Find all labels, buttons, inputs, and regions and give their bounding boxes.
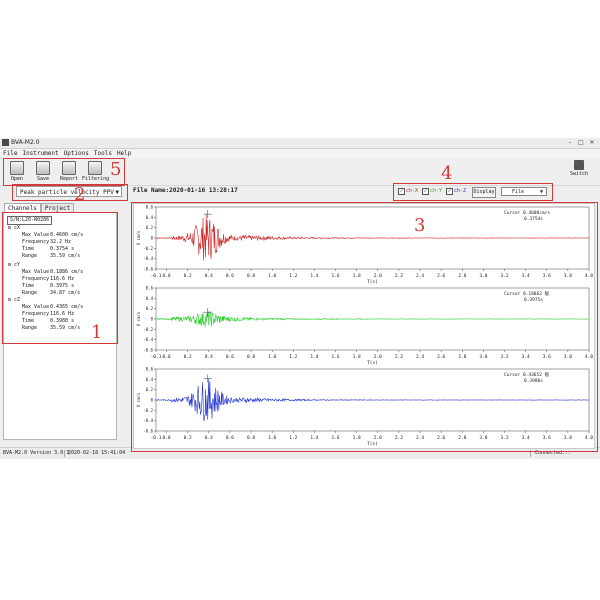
annotation-box-5 [3,158,125,186]
menu-help[interactable]: Help [117,149,131,158]
tab-project[interactable]: Project [40,203,75,212]
menu-options[interactable]: Options [64,149,89,158]
menu-instrument[interactable]: Instrument [22,149,58,158]
title-bar: BVA-M2.0 – □ ✕ [0,138,600,149]
annotation-box-2 [12,184,128,201]
menu-bar: File Instrument Options Tools Help [0,149,600,158]
maximize-button[interactable]: □ [576,139,586,147]
annotation-box-4 [393,183,553,201]
app-icon [2,139,9,146]
switch-icon [574,160,584,170]
status-version: BVA-M2.0 Version 3.0.3 [3,450,70,456]
tab-channels[interactable]: Channels [4,203,41,212]
annotation-number-4: 4 [441,163,453,184]
menu-file[interactable]: File [3,149,17,158]
window-title: BVA-M2.0 [11,139,40,146]
status-time: 2020-02-18 15:41:04 [68,450,126,456]
annotation-number-1: 1 [91,322,103,343]
annotation-number-2: 2 [74,184,86,205]
switch-button[interactable]: Switch [567,160,591,182]
minimize-button[interactable]: – [565,139,575,147]
annotation-box-3 [131,202,598,452]
file-name: File Name:2020-01-16 13:28:17 [133,187,238,194]
close-button[interactable]: ✕ [587,139,597,147]
menu-tools[interactable]: Tools [94,149,112,158]
annotation-number-5: 5 [110,159,122,180]
status-separator [64,450,65,457]
left-tabs: Channels Project [4,203,75,212]
switch-label: Switch [569,171,589,177]
annotation-number-3: 3 [414,215,426,236]
